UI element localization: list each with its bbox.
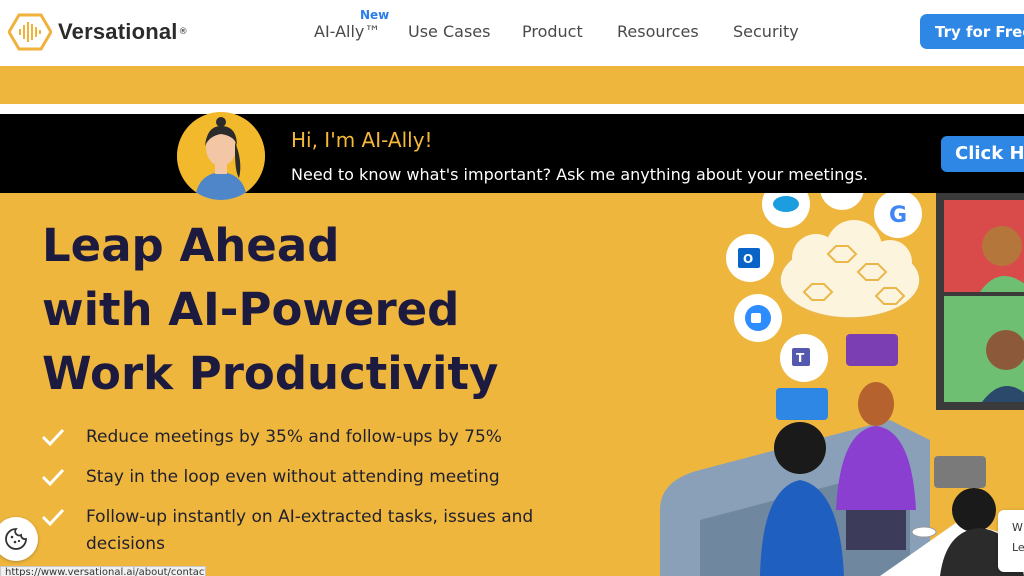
bullet-text: Follow-up instantly on AI-extracted task… bbox=[86, 507, 534, 554]
banner-title: Hi, I'm AI-Ally! bbox=[291, 128, 433, 152]
speech-bubble-blue bbox=[776, 388, 828, 420]
bullet-item: Stay in the loop even without attending … bbox=[40, 464, 600, 491]
nav-item-use-cases[interactable]: Use Cases bbox=[408, 22, 490, 41]
hero-bullet-list: Reduce meetings by 35% and follow-ups by… bbox=[40, 424, 600, 571]
chat-line-2: Le bbox=[1012, 541, 1024, 554]
hero-headline-line-3: Work Productivity bbox=[42, 347, 499, 400]
svg-text:G: G bbox=[889, 203, 907, 228]
top-accent-band bbox=[0, 66, 1024, 104]
bullet-item: Follow-up instantly on AI-extracted task… bbox=[40, 504, 600, 558]
nav-item-ai-ally[interactable]: AI-Ally™ bbox=[314, 22, 380, 41]
hero-illustration: G O T bbox=[660, 180, 1024, 576]
banner-subtitle: Need to know what's important? Ask me an… bbox=[291, 165, 868, 184]
check-icon bbox=[41, 468, 65, 487]
nav-item-product[interactable]: Product bbox=[522, 22, 583, 41]
logo-hexagon-icon bbox=[8, 13, 52, 51]
hero-headline-line-1: Leap Ahead bbox=[42, 219, 340, 272]
chat-line-1: W bbox=[1012, 521, 1023, 534]
bullet-text: Stay in the loop even without attending … bbox=[86, 467, 500, 487]
cookie-icon bbox=[5, 528, 27, 550]
svg-text:O: O bbox=[743, 252, 753, 266]
speech-bubble-purple bbox=[846, 334, 898, 366]
svg-text:T: T bbox=[796, 351, 805, 365]
check-icon bbox=[41, 428, 65, 447]
hero-headline-line-2: with AI-Powered bbox=[42, 283, 460, 336]
nav-item-security[interactable]: Security bbox=[733, 22, 799, 41]
ai-ally-avatar-icon bbox=[177, 112, 265, 200]
ai-ally-avatar bbox=[177, 112, 265, 200]
brand-logo[interactable]: Versational ® bbox=[8, 12, 188, 52]
check-icon bbox=[41, 508, 65, 527]
chat-preview-card[interactable]: W Le bbox=[998, 510, 1024, 572]
bullet-item: Reduce meetings by 35% and follow-ups by… bbox=[40, 424, 600, 451]
try-for-free-button[interactable]: Try for Free bbox=[920, 14, 1024, 49]
brand-name: Versational bbox=[58, 19, 178, 44]
bullet-text: Reduce meetings by 35% and follow-ups by… bbox=[86, 427, 502, 447]
nav-item-resources[interactable]: Resources bbox=[617, 22, 699, 41]
nav-new-badge: New bbox=[360, 8, 390, 22]
status-bar-link: https://www.versational.ai/about/contact… bbox=[0, 566, 206, 576]
separator-strip bbox=[0, 104, 1024, 114]
click-here-button[interactable]: Click Here bbox=[941, 136, 1024, 172]
speech-bubble-gray bbox=[934, 456, 986, 488]
brand-registered-mark: ® bbox=[178, 27, 188, 37]
site-header: Versational ® New AI-Ally™ Use Cases Pro… bbox=[0, 0, 1024, 66]
